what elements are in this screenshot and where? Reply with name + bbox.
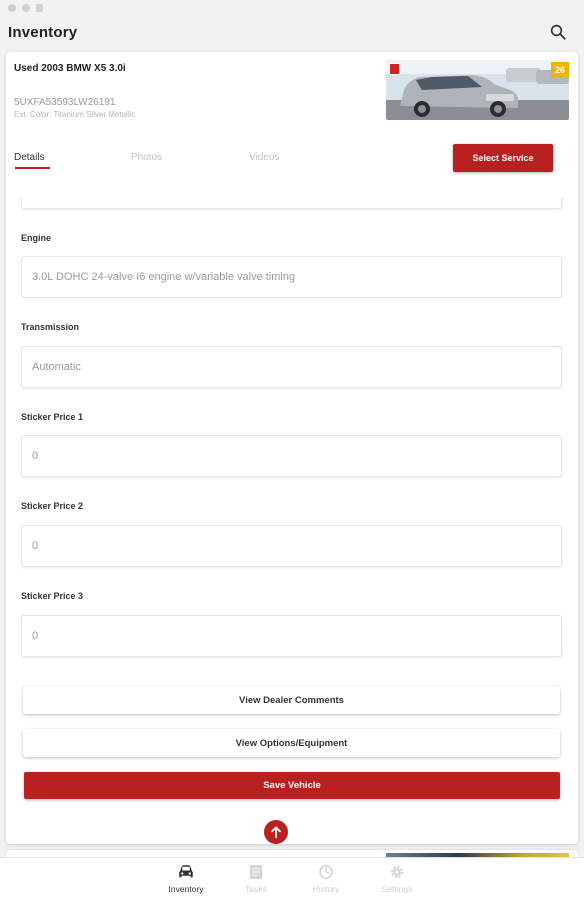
nav-settings-label: Settings <box>381 884 413 894</box>
tasks-icon <box>249 865 263 879</box>
nav-history[interactable]: History <box>296 864 356 894</box>
nav-settings[interactable]: Settings <box>367 864 427 894</box>
nav-tasks[interactable]: Tasks <box>226 864 286 894</box>
view-options-button[interactable]: View Options/Equipment <box>23 729 560 757</box>
tab-videos[interactable]: Videos <box>249 152 279 163</box>
sticker-price-1-label: Sticker Price 1 <box>21 412 84 422</box>
bottom-nav: Inventory Tasks History Settings <box>0 857 584 900</box>
save-vehicle-button[interactable]: Save Vehicle <box>24 772 560 799</box>
photo-flag-icon <box>389 63 400 75</box>
vehicle-vin: 5UXFA53593LW26191 <box>14 97 116 108</box>
status-icon <box>36 4 43 12</box>
nav-inventory[interactable]: Inventory <box>156 864 216 894</box>
history-icon <box>319 865 333 879</box>
search-icon <box>550 24 566 40</box>
tab-row: Details Photos Videos Select Service <box>6 136 578 176</box>
nav-inventory-label: Inventory <box>168 884 204 894</box>
engine-field[interactable]: 3.0L DOHC 24-valve I6 engine w/variable … <box>21 256 562 298</box>
previous-field[interactable] <box>21 197 562 209</box>
nav-tasks-label: Tasks <box>245 884 267 894</box>
tab-details[interactable]: Details <box>14 152 45 163</box>
status-icon <box>8 4 16 12</box>
page-title: Inventory <box>8 23 78 41</box>
vehicle-photo[interactable]: 26 <box>386 60 569 120</box>
sticker-price-1-field[interactable]: 0 <box>21 435 562 477</box>
photo-count-badge: 26 <box>551 62 569 77</box>
vehicle-title: Used 2003 BMW X5 3.0i <box>14 63 126 74</box>
select-service-button[interactable]: Select Service <box>453 144 553 172</box>
scroll-to-top-button[interactable] <box>264 820 288 844</box>
status-bar <box>0 0 584 16</box>
view-dealer-comments-button[interactable]: View Dealer Comments <box>23 686 560 714</box>
app-bar: Inventory <box>0 16 584 48</box>
search-button[interactable] <box>546 20 570 44</box>
tab-photos[interactable]: Photos <box>131 152 162 163</box>
arrow-up-icon <box>271 826 281 839</box>
details-form[interactable]: Engine 3.0L DOHC 24-valve I6 engine w/va… <box>6 197 578 844</box>
vehicle-ext-color: Ext. Color: Titanium Silver Metallic <box>14 110 136 119</box>
status-icon <box>22 4 30 12</box>
sticker-price-3-label: Sticker Price 3 <box>21 591 84 601</box>
sticker-price-2-label: Sticker Price 2 <box>21 501 84 511</box>
transmission-label: Transmission <box>21 322 80 332</box>
transmission-field[interactable]: Automatic <box>21 346 562 388</box>
vehicle-card: Used 2003 BMW X5 3.0i 5UXFA53593LW26191 … <box>6 52 578 844</box>
nav-history-label: History <box>312 884 340 894</box>
car-icon <box>179 865 193 878</box>
tab-indicator <box>15 167 50 169</box>
engine-label: Engine <box>21 233 52 243</box>
vehicle-photo-image <box>386 60 569 120</box>
vehicle-header: Used 2003 BMW X5 3.0i 5UXFA53593LW26191 … <box>6 52 578 124</box>
sticker-price-2-field[interactable]: 0 <box>21 525 562 567</box>
sticker-price-3-field[interactable]: 0 <box>21 615 562 657</box>
gear-icon <box>391 866 403 878</box>
